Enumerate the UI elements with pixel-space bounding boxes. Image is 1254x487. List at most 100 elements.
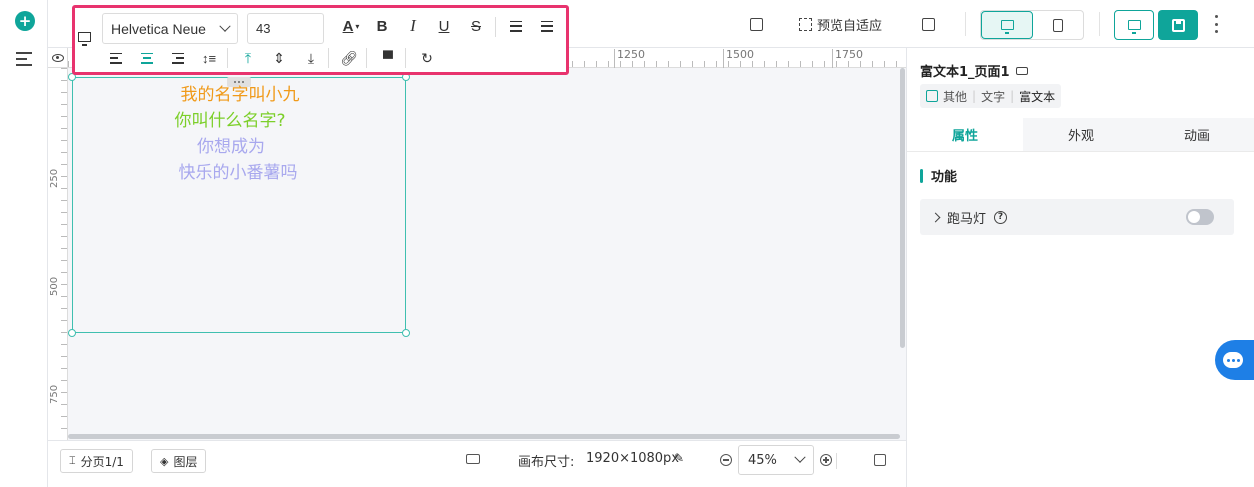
valign-top-button[interactable]: ⤒	[238, 48, 258, 68]
underline-button[interactable]: U	[434, 16, 454, 36]
canvas-size-value: 1920×1080px	[586, 451, 680, 466]
layout-icon	[922, 17, 935, 31]
format-painter-icon: ▀	[383, 50, 393, 66]
marquee-toggle[interactable]	[1186, 209, 1214, 225]
zoom-out-icon[interactable]	[720, 454, 732, 466]
divider	[366, 48, 367, 68]
preview-fit-label: 预览自适应	[817, 18, 883, 34]
italic-icon: I	[410, 16, 416, 35]
more-options-icon[interactable]	[1213, 15, 1219, 33]
bullet-list-icon	[510, 20, 522, 32]
line-height-icon: ↕≡	[201, 50, 217, 66]
section-marker	[920, 168, 923, 183]
outline-menu-icon[interactable]	[16, 52, 32, 66]
add-component-button[interactable]: +	[15, 11, 35, 31]
chevron-right-icon[interactable]	[930, 212, 941, 222]
align-right-button[interactable]	[168, 48, 188, 68]
chevron-down-icon	[219, 20, 231, 32]
fullscreen-icon[interactable]	[874, 454, 886, 466]
underline-icon: U	[438, 17, 450, 35]
breadcrumb-item: 其他	[943, 89, 968, 104]
eye-icon	[52, 54, 64, 62]
rich-text-content[interactable]: 我的名字叫小九 你叫什么名字? 你想成为 快乐的小番薯吗	[73, 82, 407, 186]
clear-format-button[interactable]: ↻	[417, 48, 437, 68]
bottom-bar: ⌶ 分页1/1 ◈ 图层 画布尺寸: 1920×1080px ✎ 45%	[48, 440, 906, 487]
tab-appearance[interactable]: 外观	[1023, 118, 1139, 151]
crop-tool-button[interactable]	[750, 14, 763, 34]
strikethrough-button[interactable]: S	[466, 16, 486, 36]
keyboard-icon[interactable]	[466, 454, 480, 464]
properties-panel: 富文本1_页面1 其他 | 文字 | 富文本 属性 外观 动画 功能 跑马灯 ?	[906, 48, 1254, 487]
ruler-left-label: 250	[49, 168, 60, 188]
crop-icon	[750, 17, 763, 31]
rich-text-element[interactable]: 我的名字叫小九 你叫什么名字? 你想成为 快乐的小番薯吗	[68, 73, 410, 337]
tablet-mode-button[interactable]	[1033, 11, 1083, 39]
marquee-row[interactable]: 跑马灯 ?	[920, 199, 1234, 235]
zoom-select[interactable]: 45%	[738, 445, 814, 475]
align-left-button[interactable]	[106, 48, 126, 68]
preview-fit-button[interactable]: 预览自适应	[799, 14, 882, 34]
paging-icon: ⌶	[69, 454, 76, 467]
resize-handle-bl[interactable]	[68, 329, 76, 337]
numbered-list-button[interactable]	[537, 16, 557, 36]
rename-icon[interactable]	[1015, 66, 1028, 75]
valign-middle-button[interactable]: ⇕	[269, 48, 289, 68]
layers-button[interactable]: ◈ 图层	[151, 449, 207, 473]
horizontal-scrollbar[interactable]	[68, 434, 900, 439]
section-title: 功能	[920, 166, 957, 185]
ruler-left-label: 750	[49, 384, 60, 404]
italic-button[interactable]: I	[403, 16, 423, 36]
save-button[interactable]	[1158, 10, 1198, 40]
tab-animation[interactable]: 动画	[1139, 118, 1254, 151]
zoom-in-icon[interactable]	[820, 454, 832, 466]
valign-top-icon: ⤒	[244, 49, 252, 66]
paging-button[interactable]: ⌶ 分页1/1	[60, 449, 133, 473]
tab-properties[interactable]: 属性	[907, 118, 1023, 151]
component-title-text: 富文本1_页面1	[920, 65, 1010, 80]
resize-handle-br[interactable]	[402, 329, 410, 337]
font-family-select[interactable]: Helvetica Neue	[102, 13, 238, 44]
canvas-size-label: 画布尺寸:	[518, 455, 575, 470]
divider	[965, 12, 966, 36]
bullet-list-button[interactable]	[506, 16, 526, 36]
zoom-value: 45%	[748, 452, 777, 468]
preview-monitor-icon	[1127, 20, 1141, 34]
tablet-icon	[1053, 18, 1063, 32]
desktop-mode-button[interactable]	[981, 11, 1033, 39]
edit-size-icon[interactable]: ✎	[674, 451, 684, 465]
bold-button[interactable]: B	[372, 16, 392, 36]
vertical-scrollbar[interactable]	[900, 68, 905, 348]
divider	[836, 453, 837, 469]
breadcrumb-item: 文字	[981, 89, 1006, 104]
layout-button[interactable]	[922, 14, 935, 34]
component-breadcrumb: 其他 | 文字 | 富文本	[920, 84, 1062, 108]
align-center-button[interactable]	[137, 48, 157, 68]
font-size-input[interactable]	[247, 13, 324, 44]
ruler-corner[interactable]	[48, 48, 68, 68]
align-left-icon	[110, 52, 122, 64]
component-title: 富文本1_页面1	[920, 61, 1028, 80]
link-button[interactable]: 🔗︎	[339, 48, 359, 68]
help-icon[interactable]: ?	[994, 210, 1008, 224]
valign-middle-icon: ⇕	[273, 49, 285, 66]
divider	[328, 48, 329, 68]
ruler-top-label: 1750	[832, 49, 863, 68]
valign-bottom-button[interactable]: ⤓	[301, 48, 321, 68]
divider	[405, 48, 406, 68]
divider	[495, 17, 496, 37]
preview-button[interactable]	[1114, 10, 1154, 40]
ruler-top-label: 1500	[723, 49, 754, 68]
ruler-top-label: 1250	[614, 49, 645, 68]
format-painter-button[interactable]: ▀	[378, 48, 398, 68]
font-color-button[interactable]: A ▾	[337, 16, 365, 36]
breadcrumb-item: 富文本	[1019, 89, 1056, 104]
strikethrough-icon: S	[470, 17, 481, 35]
desktop-icon[interactable]	[78, 32, 91, 46]
line-height-button[interactable]: ↕≡	[199, 48, 219, 68]
rich-text-type-icon	[926, 90, 938, 102]
chat-assistant-button[interactable]	[1215, 340, 1254, 380]
canvas-area: 1250 1500 1750 250 500 750 我的名字叫小九 你叫什么名…	[48, 48, 906, 440]
section-title-text: 功能	[931, 170, 958, 185]
layers-label: 图层	[173, 454, 198, 469]
ruler-left-label: 500	[49, 276, 60, 296]
